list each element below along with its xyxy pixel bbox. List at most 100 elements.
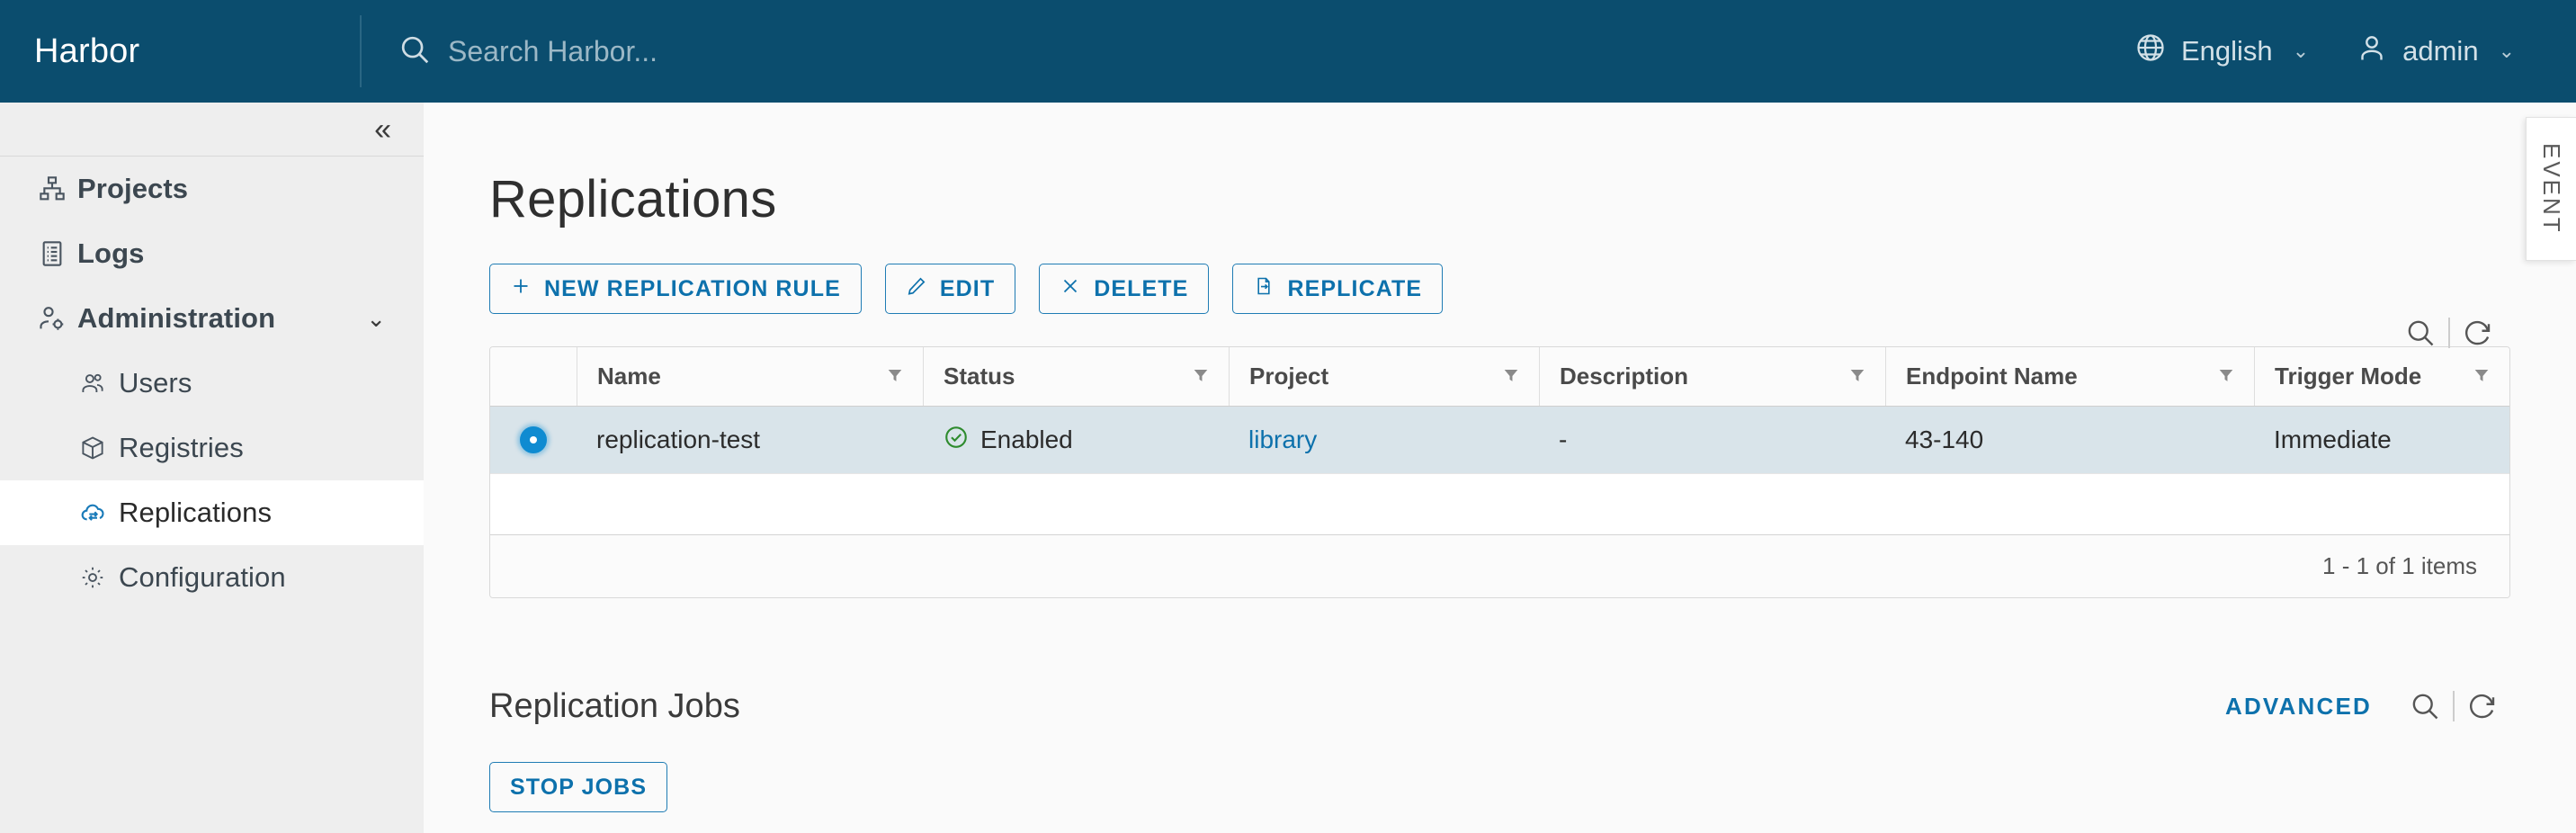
sidebar-item-configuration[interactable]: Configuration bbox=[0, 545, 424, 610]
column-header-status[interactable]: Status bbox=[923, 347, 1229, 406]
sidebar-item-logs[interactable]: Logs bbox=[0, 221, 424, 286]
sidebar-item-label: Projects bbox=[77, 173, 189, 204]
chevron-down-icon: ⌄ bbox=[2292, 40, 2310, 62]
sidebar-item-label: Replications bbox=[119, 497, 273, 528]
double-chevron-left-icon: « bbox=[374, 112, 391, 147]
list-document-icon bbox=[38, 239, 77, 268]
column-label: Endpoint Name bbox=[1906, 363, 2078, 390]
plus-icon bbox=[510, 275, 532, 303]
column-header-endpoint-name[interactable]: Endpoint Name bbox=[1885, 347, 2254, 406]
button-label: DELETE bbox=[1094, 275, 1189, 301]
table-row[interactable]: replication-test Enabled library - 43-14… bbox=[490, 407, 2509, 473]
chevron-down-icon[interactable]: ⌄ bbox=[366, 305, 424, 333]
filter-icon[interactable] bbox=[1847, 363, 1867, 390]
project-link[interactable]: library bbox=[1248, 425, 1317, 454]
user-menu[interactable]: admin ⌄ bbox=[2332, 31, 2538, 71]
jobs-action-toolbar: STOP JOBS bbox=[489, 762, 2576, 812]
brand-logo[interactable]: Harbor bbox=[0, 32, 360, 71]
gear-icon bbox=[79, 564, 119, 591]
new-replication-rule-button[interactable]: NEW REPLICATION RULE bbox=[489, 264, 862, 314]
column-label: Status bbox=[944, 363, 1015, 390]
filter-icon[interactable] bbox=[2472, 363, 2491, 390]
column-header-name[interactable]: Name bbox=[577, 347, 923, 406]
column-label: Description bbox=[1560, 363, 1689, 390]
advanced-toggle[interactable]: ADVANCED bbox=[2225, 693, 2372, 721]
stop-jobs-button[interactable]: STOP JOBS bbox=[489, 762, 668, 812]
action-toolbar: NEW REPLICATION RULE EDIT DELETE REPLICA… bbox=[489, 264, 2576, 314]
replicate-icon bbox=[1253, 275, 1275, 303]
chevron-down-icon: ⌄ bbox=[2498, 40, 2515, 62]
user-icon bbox=[2356, 31, 2388, 71]
globe-icon bbox=[2134, 31, 2167, 71]
cell-name: replication-test bbox=[596, 425, 761, 453]
search-input[interactable] bbox=[448, 34, 1078, 68]
sidebar-collapse-button[interactable]: « bbox=[0, 103, 424, 157]
cell-trigger-mode: Immediate bbox=[2274, 425, 2392, 453]
close-x-icon bbox=[1060, 275, 1081, 303]
column-label: Trigger Mode bbox=[2275, 363, 2422, 390]
column-header-trigger-mode[interactable]: Trigger Mode bbox=[2254, 347, 2509, 406]
button-label: NEW REPLICATION RULE bbox=[544, 275, 841, 301]
cube-icon bbox=[79, 434, 119, 461]
event-tab-label: EVENT bbox=[2538, 143, 2565, 235]
users-icon bbox=[79, 370, 119, 397]
filter-icon[interactable] bbox=[1191, 363, 1211, 390]
column-label: Name bbox=[597, 363, 661, 390]
sidebar-item-label: Users bbox=[119, 367, 192, 399]
edit-button[interactable]: EDIT bbox=[884, 264, 1016, 314]
username-label: admin bbox=[2402, 35, 2479, 67]
sidebar: « Projects Logs Administration ⌄ Users R… bbox=[0, 103, 424, 833]
search-icon bbox=[398, 32, 432, 71]
user-gear-icon bbox=[38, 304, 77, 333]
check-circle-icon bbox=[943, 424, 970, 457]
radio-selected-icon[interactable] bbox=[520, 426, 547, 453]
table-pagination: 1 - 1 of 1 items bbox=[490, 534, 2509, 597]
page-title: Replications bbox=[489, 170, 777, 228]
cell-endpoint-name: 43-140 bbox=[1905, 425, 1984, 453]
status-label: Enabled bbox=[980, 425, 1073, 453]
cell-status: Enabled bbox=[923, 407, 1229, 473]
filter-icon[interactable] bbox=[885, 363, 905, 390]
sidebar-item-label: Configuration bbox=[119, 561, 286, 593]
cell-project[interactable]: library bbox=[1229, 407, 1539, 473]
pagination-count: 1 - 1 of 1 items bbox=[2322, 552, 2477, 579]
jobs-refresh-button[interactable] bbox=[2455, 681, 2510, 731]
sidebar-item-users[interactable]: Users bbox=[0, 351, 424, 416]
button-label: REPLICATE bbox=[1287, 275, 1423, 301]
sidebar-item-registries[interactable]: Registries bbox=[0, 416, 424, 480]
sidebar-item-replications[interactable]: Replications bbox=[0, 480, 424, 545]
column-header-select bbox=[490, 347, 577, 406]
jobs-section-title: Replication Jobs bbox=[489, 686, 740, 725]
sidebar-item-label: Logs bbox=[77, 237, 145, 269]
jobs-tools: ADVANCED bbox=[2225, 681, 2510, 731]
filter-icon[interactable] bbox=[1501, 363, 1521, 390]
button-label: EDIT bbox=[939, 275, 996, 301]
sidebar-item-projects[interactable]: Projects bbox=[0, 157, 424, 221]
button-label: STOP JOBS bbox=[510, 774, 648, 800]
row-select-radio[interactable] bbox=[490, 407, 577, 473]
column-header-project[interactable]: Project bbox=[1229, 347, 1539, 406]
replications-table: Name Status Project Description Endpoint… bbox=[489, 346, 2510, 598]
pencil-icon bbox=[906, 275, 927, 303]
sidebar-item-label: Registries bbox=[119, 432, 244, 463]
column-header-description[interactable]: Description bbox=[1539, 347, 1885, 406]
event-panel-tab[interactable]: EVENT bbox=[2526, 117, 2576, 261]
cloud-sync-icon bbox=[79, 498, 119, 527]
delete-button[interactable]: DELETE bbox=[1039, 264, 1210, 314]
header-divider bbox=[360, 15, 362, 87]
header-right-group: English ⌄ admin ⌄ bbox=[2111, 31, 2576, 71]
sidebar-item-label: Administration bbox=[77, 302, 276, 334]
jobs-search-button[interactable] bbox=[2397, 681, 2453, 731]
filter-icon[interactable] bbox=[2216, 363, 2236, 390]
language-selector[interactable]: English ⌄ bbox=[2111, 31, 2332, 71]
table-header-row: Name Status Project Description Endpoint… bbox=[490, 347, 2509, 407]
cell-description: - bbox=[1559, 425, 1568, 453]
sitemap-icon bbox=[38, 175, 77, 203]
sidebar-item-administration[interactable]: Administration ⌄ bbox=[0, 286, 424, 351]
replication-jobs-header: Replication Jobs ADVANCED bbox=[489, 681, 2510, 731]
main-content: Replications NEW REPLICATION RULE EDIT D… bbox=[424, 103, 2576, 833]
global-search[interactable] bbox=[398, 32, 2111, 71]
replicate-button[interactable]: REPLICATE bbox=[1232, 264, 1444, 314]
top-header: Harbor English ⌄ bbox=[0, 0, 2576, 103]
table-empty-space bbox=[490, 473, 2509, 534]
